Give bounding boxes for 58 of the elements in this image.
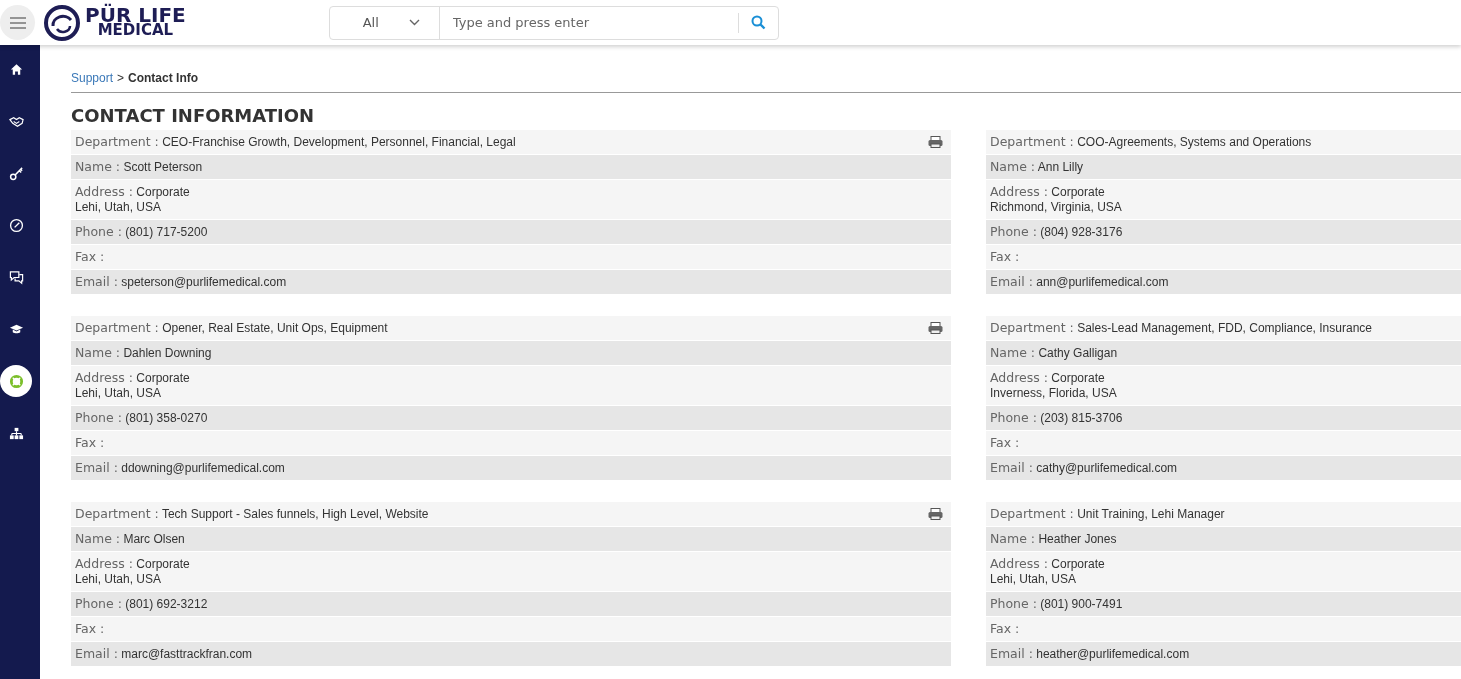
field-text: Fax : xyxy=(75,621,105,637)
field-text: Fax : xyxy=(990,249,1020,265)
lifebuoy-icon xyxy=(8,373,24,389)
field-text: Department : COO-Agreements, Systems and Operations xyxy=(990,134,1312,150)
print-button[interactable] xyxy=(928,322,943,334)
field-text: Fax : xyxy=(75,249,105,265)
field-text: Phone : (801) 692-3212 xyxy=(75,596,208,612)
field-text: Department : CEO-Franchise Growth, Development, Personnel, Financial, Legal xyxy=(75,134,516,150)
field-text: Email : heather@purlifemedical.com xyxy=(990,646,1190,662)
field-text: Address : Corporate Richmond, Virginia, USA xyxy=(990,184,1122,215)
field-text: Name : Ann Lilly xyxy=(990,159,1084,175)
field-text: Email : speterson@purlifemedical.com xyxy=(75,274,287,290)
field-text: Email : cathy@purlifemedical.com xyxy=(990,460,1178,476)
field-text: Name : Marc Olsen xyxy=(75,531,185,547)
field-text: Department : Tech Support - Sales funnels, High Level, Website xyxy=(75,506,429,522)
scope-dropdown[interactable]: All xyxy=(329,6,440,39)
field-text: Address : Corporate Lehi, Utah, USA xyxy=(990,556,1105,587)
menu-button[interactable] xyxy=(0,5,35,40)
print-button[interactable] xyxy=(928,508,943,520)
home-icon xyxy=(8,61,24,77)
sitemap-icon xyxy=(8,425,24,441)
field-text: Phone : (801) 358-0270 xyxy=(75,410,208,426)
chevron-down-icon xyxy=(408,19,420,26)
field-text: Phone : (801) 900-7491 xyxy=(990,596,1123,612)
search-icon xyxy=(750,15,766,30)
logo-subtext: MEDICAL xyxy=(97,22,174,38)
key-icon xyxy=(8,165,24,181)
field-text: Address : Corporate Lehi, Utah, USA xyxy=(75,184,190,215)
field-text: Email : ddowning@purlifemedical.com xyxy=(75,460,285,476)
field-text: Department : Unit Training, Lehi Manager xyxy=(990,506,1225,522)
field-text: Name : Dahlen Downing xyxy=(75,345,212,361)
field-text: Phone : (203) 815-3706 xyxy=(990,410,1123,426)
breadcrumb-separator: > xyxy=(117,71,125,85)
field-text: Name : Cathy Galligan xyxy=(990,345,1118,361)
logo-icon xyxy=(43,3,81,42)
menu-icon xyxy=(8,15,27,30)
field-text: Department : Opener, Real Estate, Unit Ops, Equipment xyxy=(75,320,388,336)
breadcrumb-current: Contact Info xyxy=(128,71,199,85)
field-text: Phone : (801) 717-5200 xyxy=(75,224,208,240)
page-title: CONTACT INFORMATION xyxy=(71,105,316,126)
search-field[interactable]: All Type and press enter xyxy=(328,5,779,40)
breadcrumb-link[interactable]: Support xyxy=(71,71,114,85)
print-button[interactable] xyxy=(928,136,943,148)
field-text: Fax : xyxy=(75,435,105,451)
field-text: Phone : (804) 928-3176 xyxy=(990,224,1123,240)
chat-icon xyxy=(8,269,24,285)
field-text: Name : Heather Jones xyxy=(990,531,1117,547)
nav-item[interactable] xyxy=(0,365,32,397)
field-text: Fax : xyxy=(990,621,1020,637)
field-text: Address : Corporate Lehi, Utah, USA xyxy=(75,556,190,587)
field-text: Email : marc@fasttrackfran.com xyxy=(75,646,253,662)
field-text: Address : Corporate Inverness, Florida, USA xyxy=(990,370,1117,401)
field-text: Department : Sales-Lead Management, FDD, Compliance, Insurance xyxy=(990,320,1372,336)
field-text: Email : ann@purlifemedical.com xyxy=(990,274,1169,290)
field-text: Fax : xyxy=(990,435,1020,451)
field-text: Address : Corporate Lehi, Utah, USA xyxy=(75,370,190,401)
field-text: Name : Scott Peterson xyxy=(75,159,203,175)
gauge-icon xyxy=(8,217,24,233)
